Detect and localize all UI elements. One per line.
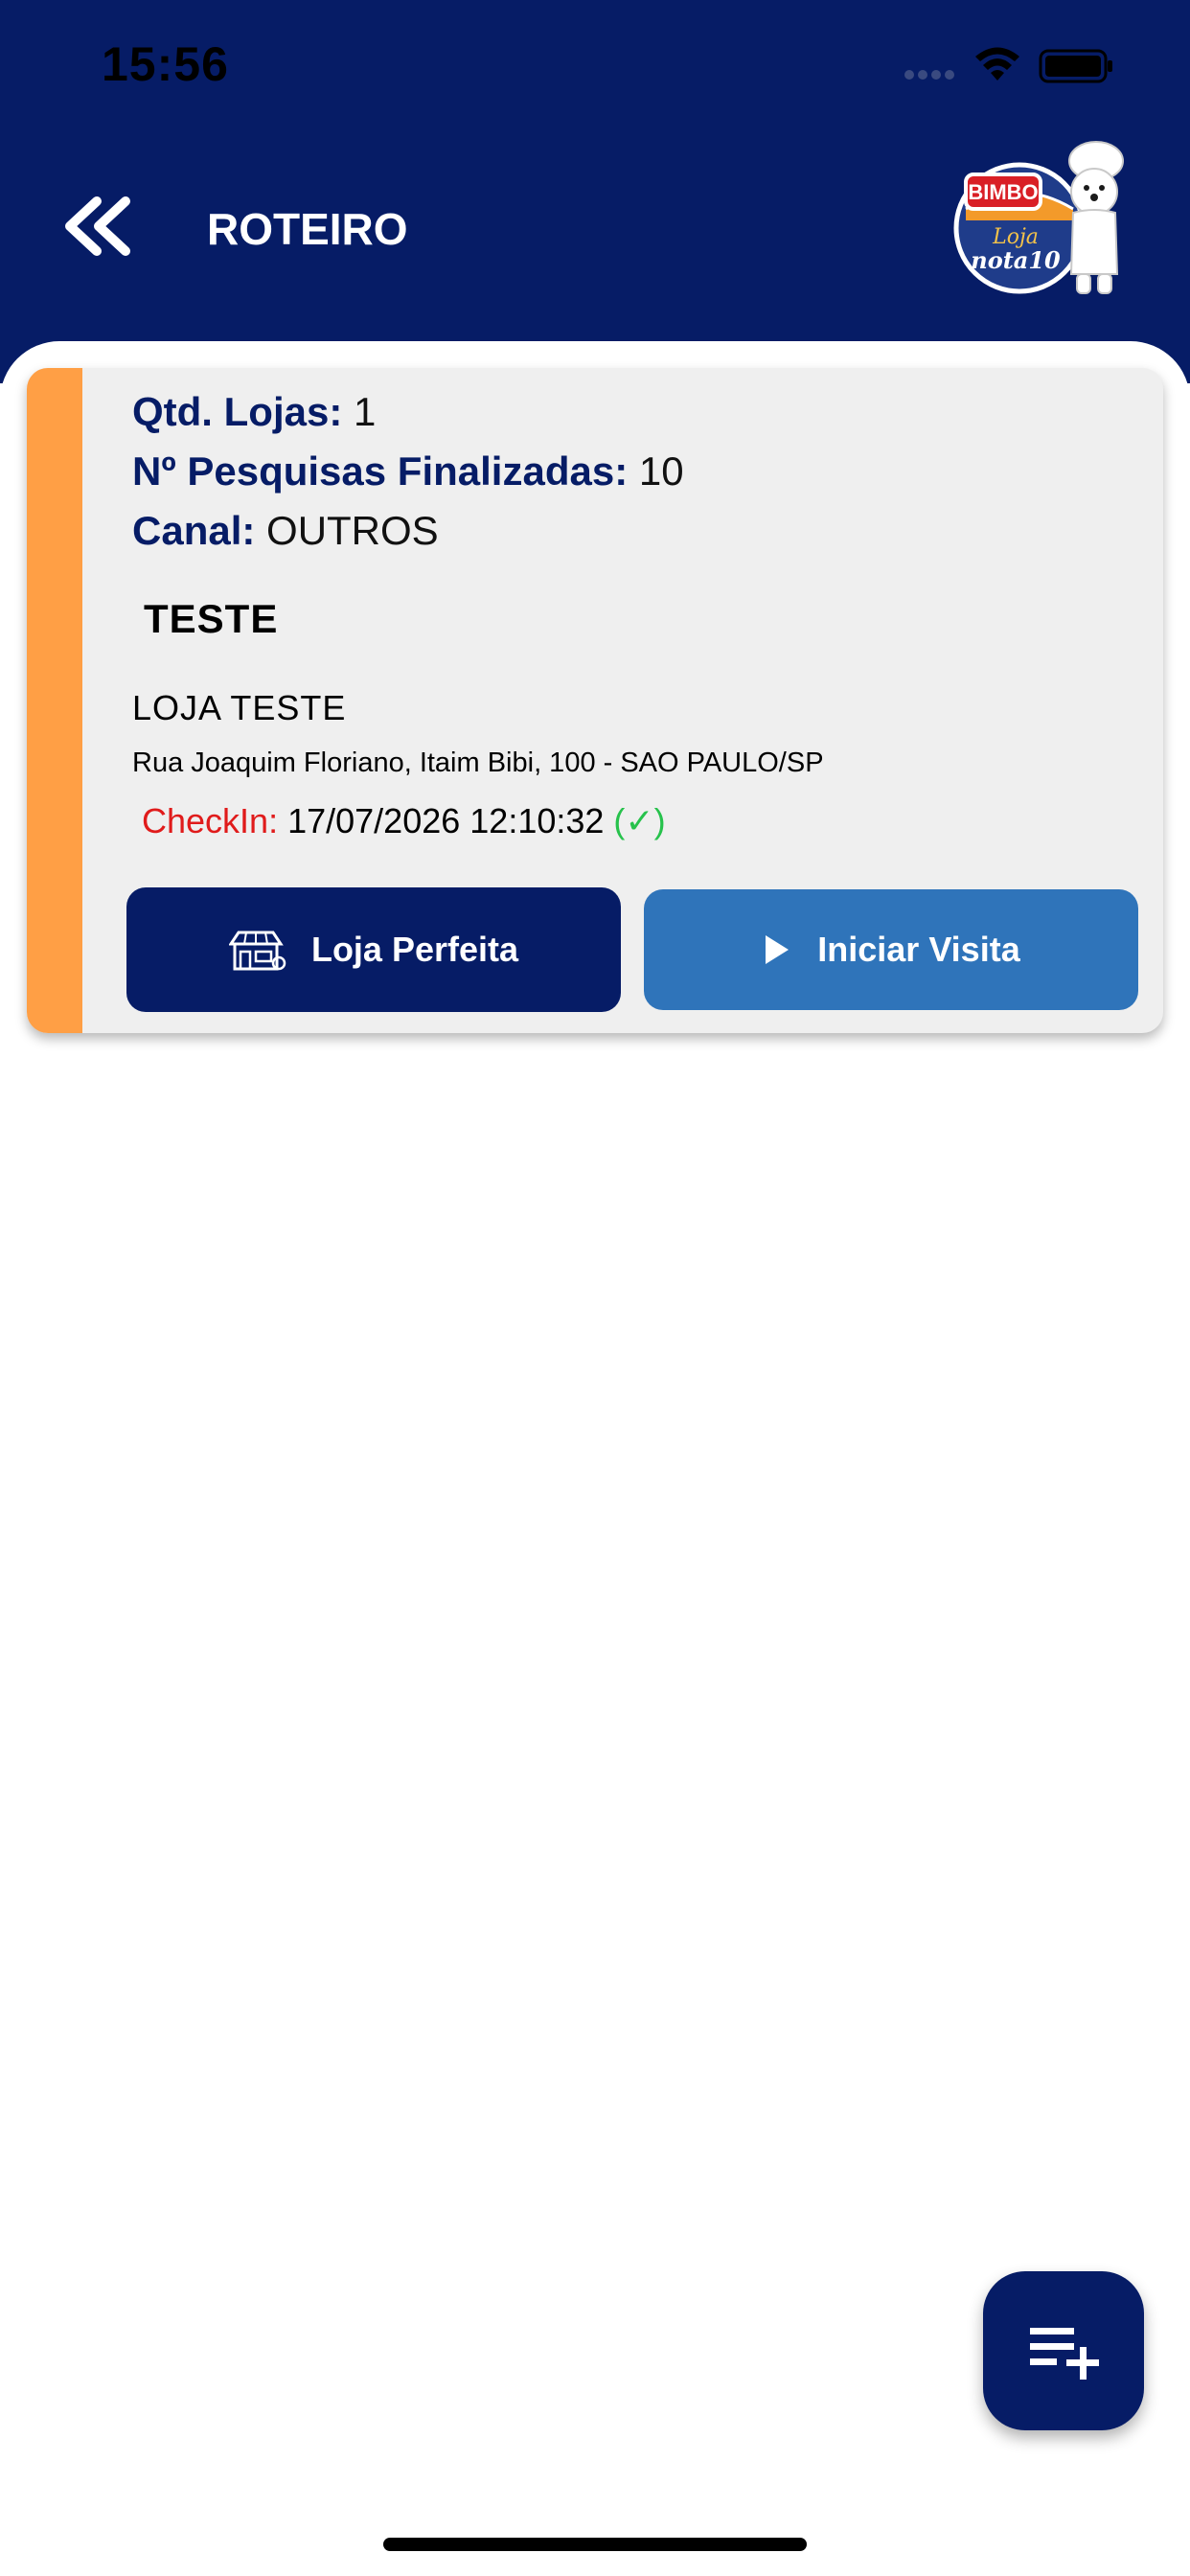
qtd-lojas-value: 1 <box>354 389 377 434</box>
pesquisas-value: 10 <box>638 448 684 494</box>
checkin-label: CheckIn: <box>142 801 279 840</box>
loja-perfeita-button[interactable]: Loja Perfeita <box>126 887 621 1012</box>
home-indicator[interactable] <box>383 2538 807 2551</box>
iniciar-visita-button[interactable]: Iniciar Visita <box>644 889 1138 1010</box>
page-title: ROTEIRO <box>207 204 408 254</box>
store-card[interactable]: Qtd. Lojas: 1 Nº Pesquisas Finalizadas: … <box>27 368 1163 1033</box>
canal-label: Canal: <box>132 508 256 553</box>
qtd-lojas-line: Qtd. Lojas: 1 <box>132 389 376 435</box>
app-header: 15:56 ROTEIRO BIMBO Loja nota10 <box>0 0 1190 383</box>
checkin-check-icon: (✓) <box>613 801 666 840</box>
wifi-icon <box>975 47 1019 80</box>
store-address: Rua Joaquim Floriano, Itaim Bibi, 100 - … <box>132 748 824 778</box>
back-button[interactable] <box>54 188 140 264</box>
canal-line: Canal: OUTROS <box>132 508 439 554</box>
checkin-datetime: 17/07/2026 12:10:32 <box>287 801 605 840</box>
status-icons <box>904 46 1125 84</box>
playlist-add-icon <box>1030 2328 1099 2380</box>
card-accent-bar <box>27 368 82 1033</box>
checkin-line: CheckIn: 17/07/2026 12:10:32 (✓) <box>142 801 666 841</box>
canal-value: OUTROS <box>266 508 439 553</box>
iniciar-visita-label: Iniciar Visita <box>817 930 1020 969</box>
status-time: 15:56 <box>102 37 229 91</box>
battery-icon <box>1039 49 1112 83</box>
add-to-list-fab[interactable] <box>983 2271 1144 2430</box>
store-name: LOJA TESTE <box>132 688 347 727</box>
signal-icon <box>904 67 958 84</box>
pesquisas-label: Nº Pesquisas Finalizadas: <box>132 448 629 494</box>
svg-text:BIMBO: BIMBO <box>968 180 1038 204</box>
qtd-lojas-label: Qtd. Lojas: <box>132 389 343 434</box>
loja-perfeita-label: Loja Perfeita <box>310 930 519 969</box>
store-icon <box>228 931 286 971</box>
svg-text:nota10: nota10 <box>971 246 1061 274</box>
bimbo-logo: BIMBO Loja nota10 <box>953 141 1124 294</box>
store-group-title: TESTE <box>144 596 279 641</box>
play-icon <box>766 935 790 964</box>
pesquisas-line: Nº Pesquisas Finalizadas: 10 <box>132 448 684 494</box>
double-chevron-left-icon <box>65 196 130 256</box>
